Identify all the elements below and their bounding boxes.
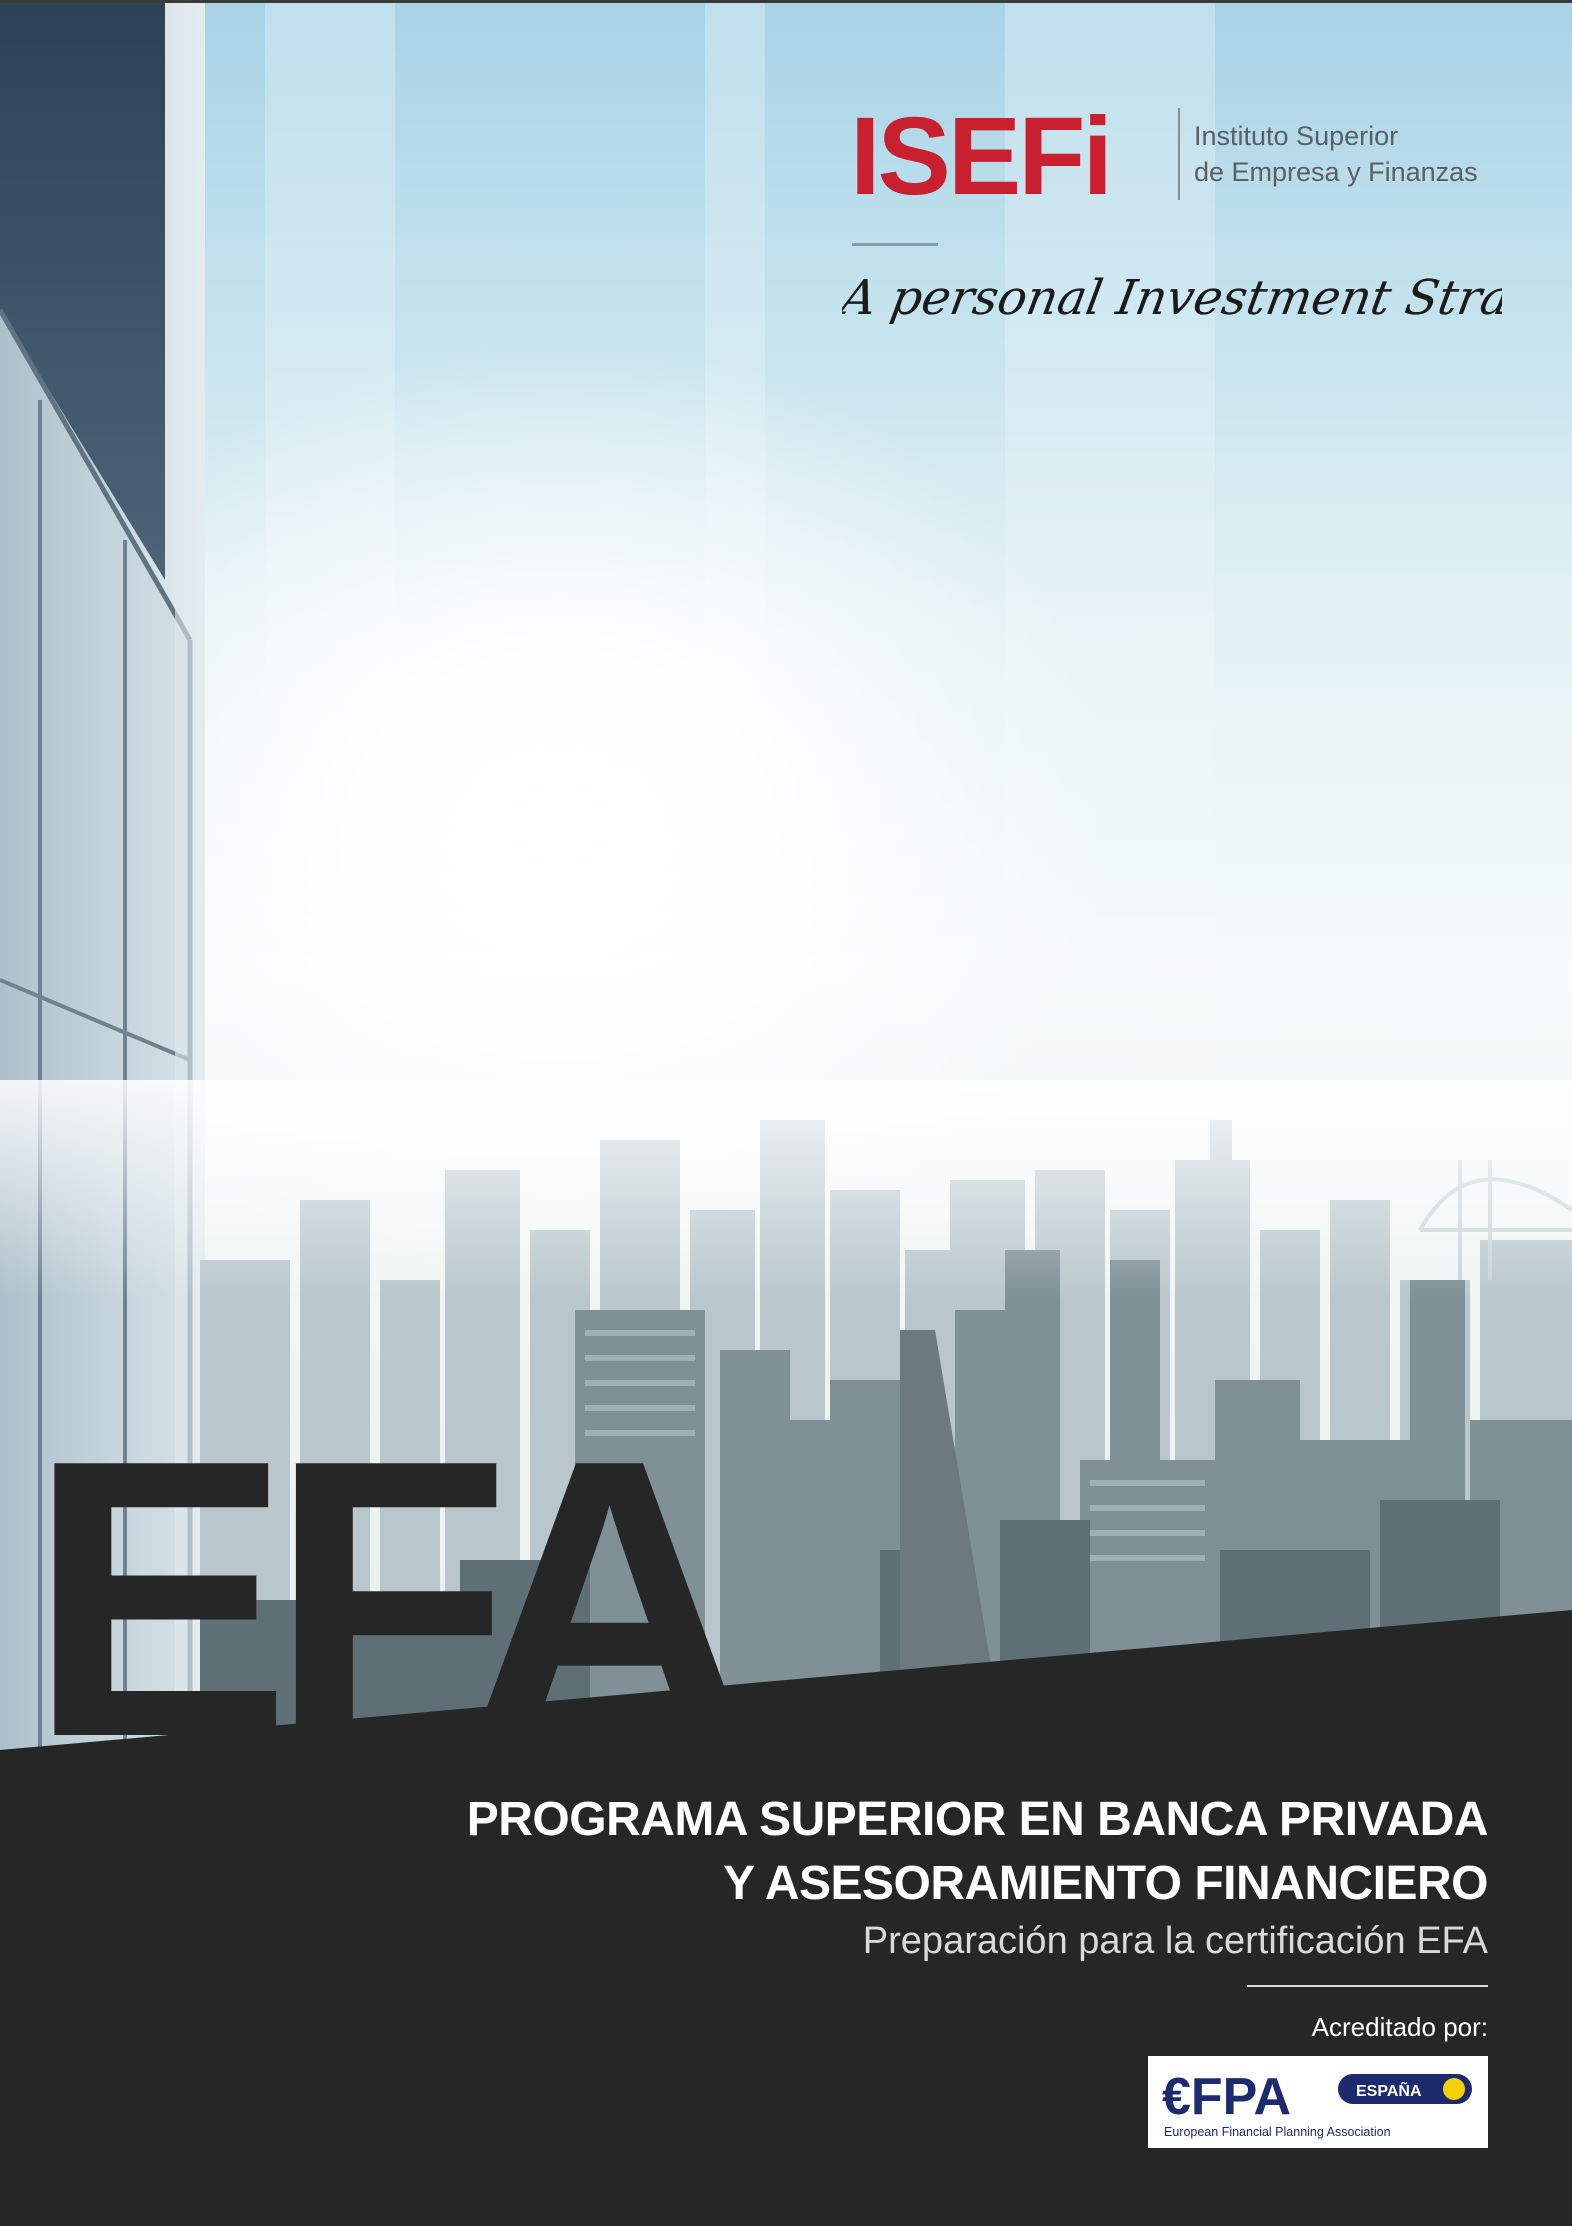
efa-big-text: EFA [28, 1377, 745, 1770]
efpa-yellow-dot-icon [1443, 2078, 1465, 2100]
program-title-block: PROGRAMA SUPERIOR EN BANCA PRIVADA Y ASE… [288, 1788, 1489, 1966]
efpa-logo: €FPA ESPAÑA European Financial Planning … [1148, 2056, 1488, 2148]
tagline-text: A personal Investment Strategy [842, 270, 1502, 326]
tagline-rule [852, 243, 938, 246]
logo-divider [1178, 108, 1180, 200]
isefi-logo: ISEFi Instituto Superior de Empresa y Fi… [850, 98, 1490, 218]
tagline-script: A personal Investment Strategy [842, 270, 1502, 326]
efpa-country: ESPAÑA [1356, 2080, 1422, 2100]
logo-subtitle-line1: Instituto Superior [1194, 121, 1399, 151]
logo-subtitle-line2: de Empresa y Finanzas [1194, 157, 1478, 187]
accreditation-label: Acreditado por: [1311, 2012, 1488, 2042]
program-title-line2: Y ASESORAMIENTO FINANCIERO [723, 1857, 1488, 1910]
program-subtitle: Preparación para la certificación EFA [862, 1920, 1488, 1962]
program-title-line1: PROGRAMA SUPERIOR EN BANCA PRIVADA [466, 1793, 1489, 1846]
accreditation-rule [1247, 1985, 1488, 1987]
isefi-logo-text: ISEFi [850, 98, 1110, 206]
isefi-wordmark: ISEFi [850, 98, 1113, 206]
logo-subtitle: Instituto Superior de Empresa y Finanzas [1194, 118, 1514, 190]
efpa-badge: €FPA ESPAÑA European Financial Planning … [1162, 2068, 1472, 2139]
efpa-acronym: €FPA [1162, 2068, 1291, 2126]
efa-big-letters: EFA [28, 1377, 760, 1770]
brochure-cover: EFA ISEFi Instituto Superior de Empresa … [0, 0, 1572, 2226]
efpa-full-name: European Financial Planning Association [1164, 2125, 1391, 2139]
top-border [0, 0, 1572, 3]
